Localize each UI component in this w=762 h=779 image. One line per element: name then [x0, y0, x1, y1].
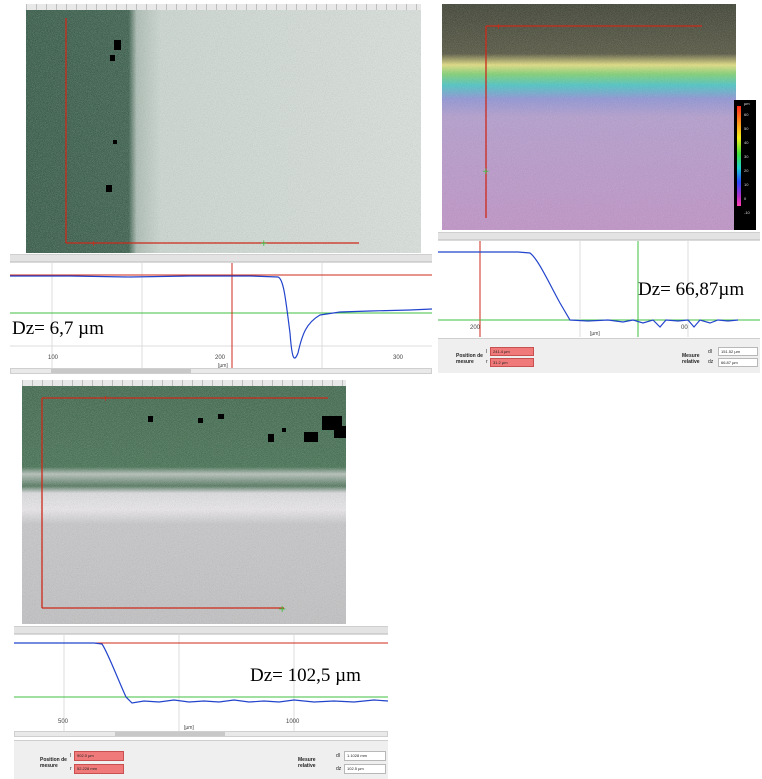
- microscope-image-2[interactable]: + +: [442, 4, 736, 230]
- splitter-bar[interactable]: [14, 626, 388, 634]
- depth-profile-plot-1[interactable]: Dz= 6,7 µm 100 200 300 [µm]: [10, 262, 432, 369]
- dz-measurement-label: Dz= 6,7 µm: [12, 318, 104, 339]
- svg-text:+: +: [102, 394, 109, 403]
- depth-profile-plot-2[interactable]: Dz= 66,87µm 200 00 [µm]: [438, 240, 760, 337]
- dl-symbol: dl: [708, 349, 712, 355]
- colorbar-tick: 40: [744, 140, 749, 145]
- depth-profile-plot-3[interactable]: Dz= 102,5 µm 500 1000 [µm]: [14, 634, 388, 731]
- colorbar-tick: 60: [744, 112, 749, 117]
- svg-text:+: +: [260, 239, 268, 249]
- dl-symbol: dl: [336, 753, 340, 759]
- svg-text:+: +: [482, 167, 490, 177]
- x-tick-label: 200: [470, 325, 481, 331]
- x-tick-label: 300: [393, 355, 404, 361]
- horizontal-scrollbar[interactable]: [10, 368, 432, 374]
- measurement-panel-1: + + Dz= 6,7 µm 100 200 300 [µm]: [10, 4, 432, 378]
- relative-dz-value[interactable]: 102.5 µm: [344, 764, 386, 774]
- x-symbol: l: [486, 349, 488, 355]
- x-tick-label: 1000: [286, 719, 300, 725]
- dz-symbol: dz: [708, 359, 714, 365]
- position-label: Position de mesure: [456, 353, 483, 365]
- x-axis-unit: [µm]: [590, 331, 600, 337]
- relative-measure-label: Mesure relative: [298, 757, 316, 769]
- measurement-panel-2: + + µm 60 50 40 30 20 10 0 -10 Dz= 66,87…: [438, 4, 760, 374]
- svg-text:+: +: [90, 239, 97, 248]
- relative-dz-value[interactable]: 66.87 µm: [718, 358, 758, 367]
- measurement-panel-3: + + Dz= 102,5 µm 500 1000 [µm] Position …: [14, 380, 388, 779]
- colorbar-tick: 0: [744, 196, 747, 201]
- x-tick-label: 100: [48, 355, 59, 361]
- colorbar-tick: 30: [744, 154, 749, 159]
- height-colorbar: µm 60 50 40 30 20 10 0 -10: [734, 100, 756, 230]
- microscope-image-1[interactable]: + +: [26, 10, 421, 253]
- x-symbol: l: [70, 753, 72, 759]
- colorbar-tick: 10: [744, 182, 749, 187]
- measurement-status-bar: Position de mesure l 241.4 µm r 31.2 µm …: [438, 338, 760, 373]
- dz-symbol: dz: [336, 766, 342, 772]
- dz-measurement-label: Dz= 102,5 µm: [250, 665, 361, 686]
- splitter-bar[interactable]: [438, 232, 760, 240]
- relative-dl-value[interactable]: 151.52 µm: [718, 347, 758, 356]
- splitter-bar[interactable]: [10, 254, 432, 262]
- horizontal-scrollbar[interactable]: [14, 731, 388, 737]
- svg-text:+: +: [495, 22, 502, 31]
- relative-dl-value[interactable]: 1.1028 mm: [344, 751, 386, 761]
- x-tick-label: 500: [58, 719, 69, 725]
- colorbar-tick: -10: [744, 210, 750, 215]
- position-x-value[interactable]: 902.0 µm: [74, 751, 124, 761]
- svg-text:+: +: [278, 604, 286, 615]
- y-symbol: r: [70, 766, 72, 772]
- position-y-value[interactable]: 31.2 µm: [490, 358, 534, 367]
- colorbar-tick: 20: [744, 168, 749, 173]
- colorbar-unit: µm: [744, 101, 750, 106]
- x-tick-label: 00: [681, 325, 688, 331]
- dz-measurement-label: Dz= 66,87µm: [638, 279, 745, 300]
- position-y-value[interactable]: 52.228 mm: [74, 764, 124, 774]
- position-x-value[interactable]: 241.4 µm: [490, 347, 534, 356]
- measurement-status-bar: Position de mesure l 902.0 µm r 52.228 m…: [14, 740, 388, 779]
- y-symbol: r: [486, 359, 488, 365]
- x-tick-label: 200: [215, 355, 226, 361]
- colorbar-tick: 50: [744, 126, 749, 131]
- microscope-image-3[interactable]: + +: [22, 386, 346, 624]
